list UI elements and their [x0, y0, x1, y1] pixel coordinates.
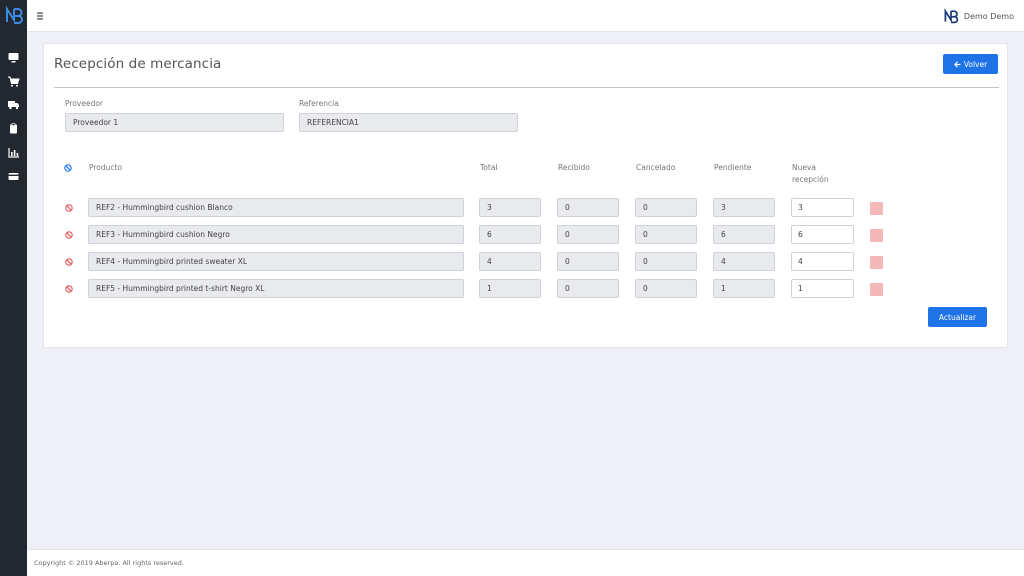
- total-field[interactable]: 3: [479, 198, 541, 217]
- delete-row-button[interactable]: [870, 256, 883, 269]
- product-field[interactable]: REF3 - Hummingbird cushion Negro: [88, 225, 464, 244]
- sidebar: [0, 0, 27, 576]
- pending-field[interactable]: 3: [713, 198, 775, 217]
- arrow-left-icon: [953, 60, 961, 68]
- delete-row-button[interactable]: [870, 202, 883, 215]
- total-field[interactable]: 4: [479, 252, 541, 271]
- product-field[interactable]: REF2 - Hummingbird cushion Blanco: [88, 198, 464, 217]
- cancelled-field[interactable]: 0: [635, 279, 697, 298]
- ban-icon[interactable]: [64, 164, 72, 172]
- pending-field[interactable]: 4: [713, 252, 775, 271]
- new-reception-input[interactable]: 4: [791, 252, 854, 271]
- delete-row-button[interactable]: [870, 229, 883, 242]
- pending-field[interactable]: 1: [713, 279, 775, 298]
- supplier-label: Proveedor: [65, 99, 103, 108]
- received-field[interactable]: 0: [557, 279, 619, 298]
- user-menu[interactable]: Demo Demo: [943, 7, 1014, 25]
- column-cancelled: Cancelado: [636, 163, 676, 172]
- divider: [54, 87, 999, 88]
- truck-icon[interactable]: [7, 98, 20, 111]
- product-field[interactable]: REF5 - Hummingbird printed t-shirt Negro…: [88, 279, 464, 298]
- brand-logo-icon[interactable]: [4, 5, 24, 25]
- column-received: Recibido: [558, 163, 590, 172]
- product-field[interactable]: REF4 - Hummingbird printed sweater XL: [88, 252, 464, 271]
- footer: Copyright © 2019 Aberpa. All rights rese…: [27, 549, 1024, 576]
- ban-icon[interactable]: [65, 285, 73, 293]
- hamburger-icon[interactable]: [36, 10, 48, 22]
- cancelled-field[interactable]: 0: [635, 252, 697, 271]
- total-field[interactable]: 1: [479, 279, 541, 298]
- page-title: Recepción de mercancia: [54, 56, 222, 72]
- copyright-text: Copyright © 2019 Aberpa. All rights rese…: [34, 559, 184, 567]
- back-button-label: Volver: [963, 59, 988, 69]
- avatar: [944, 8, 959, 24]
- reference-field[interactable]: REFERENCIA1: [299, 113, 518, 132]
- new-reception-input[interactable]: 1: [791, 279, 854, 298]
- column-product: Producto: [89, 163, 123, 172]
- cancelled-field[interactable]: 0: [635, 198, 697, 217]
- top-bar: Demo Demo: [27, 0, 1024, 32]
- cancelled-field[interactable]: 0: [635, 225, 697, 244]
- received-field[interactable]: 0: [557, 252, 619, 271]
- chart-icon[interactable]: [7, 146, 20, 159]
- received-field[interactable]: 0: [557, 225, 619, 244]
- total-field[interactable]: 6: [479, 225, 541, 244]
- ban-icon[interactable]: [65, 258, 73, 266]
- ban-icon[interactable]: [65, 231, 73, 239]
- clipboard-icon[interactable]: [7, 122, 20, 135]
- reference-label: Referencia: [299, 99, 339, 108]
- column-new-reception: Nueva recepción: [792, 163, 829, 184]
- card-icon[interactable]: [7, 170, 20, 183]
- new-reception-input[interactable]: 3: [791, 198, 854, 217]
- ban-icon[interactable]: [65, 204, 73, 212]
- update-button[interactable]: Actualizar: [928, 307, 987, 327]
- column-total: Total: [480, 163, 498, 172]
- received-field[interactable]: 0: [557, 198, 619, 217]
- back-button[interactable]: Volver: [943, 54, 998, 74]
- user-name: Demo Demo: [963, 11, 1014, 21]
- column-pending: Pendiente: [714, 163, 752, 172]
- pending-field[interactable]: 6: [713, 225, 775, 244]
- monitor-icon[interactable]: [7, 51, 20, 64]
- reception-card: Recepción de mercancia Volver Proveedor …: [43, 43, 1008, 348]
- supplier-field[interactable]: Proveedor 1: [65, 113, 284, 132]
- delete-row-button[interactable]: [870, 283, 883, 296]
- new-reception-input[interactable]: 6: [791, 225, 854, 244]
- cart-icon[interactable]: [7, 75, 20, 88]
